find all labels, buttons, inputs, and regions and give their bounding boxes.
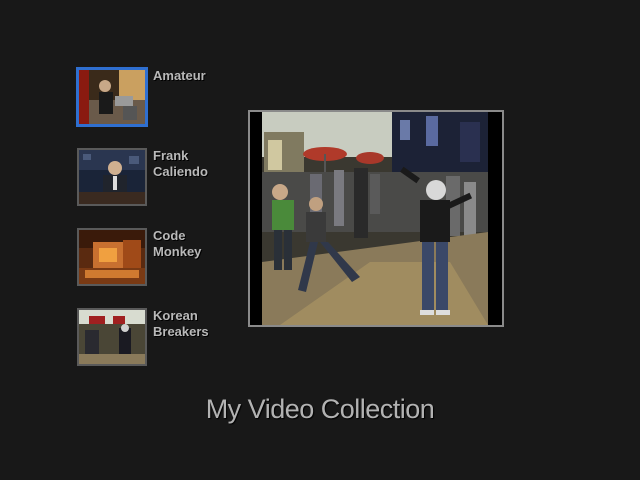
- menu-item-label: Code Monkey: [153, 228, 202, 259]
- frank-caliendo-thumbnail-image: [79, 150, 145, 204]
- page-title: My Video Collection: [205, 394, 435, 424]
- menu-item-label: Frank Caliendo: [153, 148, 208, 179]
- code-monkey-thumbnail-image: [79, 230, 145, 284]
- thumbnail-code-monkey[interactable]: [77, 228, 147, 286]
- menu-item-label: Korean Breakers: [153, 308, 209, 339]
- amateur-thumbnail-image: [79, 70, 145, 124]
- menu-item-label: Amateur: [153, 68, 206, 83]
- korean-breakers-thumbnail-image: [79, 310, 145, 364]
- thumbnail-korean-breakers[interactable]: [77, 308, 147, 366]
- thumbnail-frank-caliendo[interactable]: [77, 148, 147, 206]
- thumbnail-amateur[interactable]: [76, 67, 148, 127]
- video-preview-frame: [250, 112, 502, 325]
- video-preview[interactable]: [248, 110, 504, 327]
